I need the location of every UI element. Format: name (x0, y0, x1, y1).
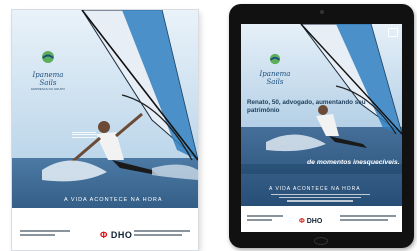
print-ad: Ipanema Sails EMPRESAS DO GRUPO A VIDA A… (12, 10, 198, 250)
brand-name: Ipanema Sails (32, 71, 64, 87)
tablet-dho-logo: Φ DHO (299, 218, 323, 225)
quote-text-block (72, 130, 96, 140)
menu-icon[interactable] (388, 28, 398, 37)
tablet-screen: Ipanema Sails Renato, 50, advogado, aume… (241, 24, 402, 232)
ad-caption: A VIDA ACONTECE NA HORA (64, 197, 163, 203)
ad-footer: Φ DHO (12, 208, 198, 250)
tablet-brand-logo: Ipanema Sails (255, 52, 295, 86)
brand-globe-icon (42, 51, 54, 63)
tablet-brand-name: Ipanema Sails (259, 70, 291, 86)
footer-right-text (134, 228, 190, 238)
tablet-device: Ipanema Sails Renato, 50, advogado, aume… (229, 4, 414, 248)
tablet-brand-globe-icon (269, 53, 281, 65)
footer-left-text (20, 228, 70, 238)
tablet-headline: Renato, 50, advogado, aumentando seu pat… (247, 99, 366, 114)
camera-icon (320, 10, 324, 14)
tablet-footer-right-text (340, 213, 396, 223)
brand-logo: Ipanema Sails EMPRESAS DO GRUPO (30, 50, 66, 91)
brand-subtitle: EMPRESAS DO GRUPO (31, 87, 65, 91)
tablet-footer-left-text (247, 213, 283, 223)
tablet-footer: Φ DHO (241, 206, 402, 232)
tablet-tagline: de momentos inesquecíveis. (307, 159, 400, 166)
home-button[interactable] (314, 237, 328, 245)
presentation-canvas: Ipanema Sails EMPRESAS DO GRUPO A VIDA A… (0, 0, 417, 251)
tablet-fine-print (265, 192, 375, 204)
dho-logo: Φ DHO (100, 230, 133, 240)
